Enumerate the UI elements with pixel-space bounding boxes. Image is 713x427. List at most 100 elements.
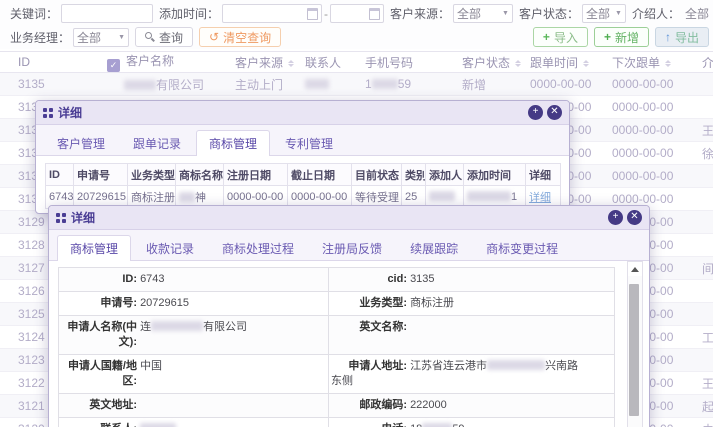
form-cell: cid: 3135 — [329, 268, 615, 292]
import-button-label: 导入 — [554, 29, 578, 46]
cell-next: 0000-00-00 — [605, 73, 695, 96]
modal1-close-button[interactable]: ✕ — [547, 105, 562, 120]
export-button[interactable]: ↑ 导出 — [655, 27, 709, 47]
modal2-tab-4[interactable]: 续展跟踪 — [397, 235, 471, 261]
cell-id: 3135 — [0, 73, 100, 96]
trademark-detail-form: ID: 6743cid: 3135申请号: 20729615业务类型: 商标注册… — [58, 267, 615, 427]
header-source[interactable]: 客户来源 — [228, 52, 298, 73]
tm-header-6: 目前状态 — [352, 164, 402, 186]
date-separator: - — [324, 7, 328, 21]
import-button[interactable]: +导入 — [533, 27, 588, 47]
cell-intro — [695, 211, 713, 234]
header-follow-label: 跟单时间 — [530, 56, 578, 70]
customer-status-value: 全部 — [586, 5, 612, 22]
sort-icon[interactable] — [288, 58, 296, 68]
modal2-tab-3[interactable]: 注册局反馈 — [309, 235, 395, 261]
form-cell: 申请号: 20729615 — [59, 292, 329, 316]
export-button-label: 导出 — [675, 29, 699, 46]
cell-name: 有限公司 — [100, 73, 228, 96]
customer-source-label: 客户来源： — [390, 5, 450, 22]
scrollbar-thumb[interactable] — [629, 284, 639, 416]
tm-header-3: 商标名称 — [176, 164, 224, 186]
table-header-row: ID ✓客户名称 客户来源 联系人 手机号码 客户状态 跟单时间 下次跟单 介绍… — [0, 52, 713, 73]
grid-icon — [43, 108, 53, 118]
form-cell: 英文名称: — [329, 316, 615, 355]
sort-icon[interactable] — [665, 58, 673, 68]
field-value: 3135 — [410, 273, 434, 285]
filter-row-2: 业务经理： 全部▼ 查询 ↺清空查询 +导入 +新增 ↑导出 — [4, 25, 709, 49]
field-value: 中国 — [140, 360, 162, 372]
scrollbar[interactable] — [627, 261, 643, 427]
arrow-up-icon: ↑ — [665, 30, 671, 44]
modal2-maximize-button[interactable]: + — [608, 210, 623, 225]
customer-status-select[interactable]: 全部▼ — [582, 4, 626, 23]
tm-header-10: 详细 — [526, 164, 561, 186]
header-status[interactable]: 客户状态 — [455, 52, 523, 73]
header-next[interactable]: 下次跟单 — [605, 52, 695, 73]
crm-screen: 关键词： 添加时间： - 客户来源： 全部▼ 客户状态： 全部▼ 介绍人： 全部… — [0, 0, 713, 427]
scroll-up-button[interactable] — [628, 262, 642, 276]
select-all-checkbox[interactable]: ✓ — [107, 59, 120, 72]
redacted-text — [140, 423, 176, 427]
modal1-tab-0[interactable]: 客户管理 — [44, 130, 118, 156]
introducer-value[interactable]: 全部 — [685, 5, 709, 22]
cell-intro: 徐 — [695, 142, 713, 165]
form-cell: 联系人: — [59, 418, 329, 427]
chevron-up-icon — [631, 267, 639, 272]
detail-link[interactable]: 详细 — [529, 192, 551, 204]
form-row: 申请号: 20729615业务类型: 商标注册 — [59, 292, 615, 316]
header-source-label: 客户来源 — [235, 56, 283, 70]
modal1-maximize-button[interactable]: + — [528, 105, 543, 120]
field-label: 申请人名称(中文): — [61, 320, 137, 350]
modal2-tabs: 商标管理收款记录商标处理过程注册局反馈续展跟踪商标变更过程 — [49, 230, 649, 261]
date-from-input[interactable] — [222, 4, 322, 23]
tm-header-8: 添加人 — [426, 164, 464, 186]
tm-header-9: 添加时间 — [464, 164, 526, 186]
cell-next: 0000-00-00 — [605, 142, 695, 165]
date-to-input[interactable] — [330, 4, 384, 23]
field-value: 1859 — [410, 423, 465, 427]
header-next-label: 下次跟单 — [612, 56, 660, 70]
search-button[interactable]: 查询 — [135, 27, 193, 47]
cell-next: 0000-00-00 — [605, 96, 695, 119]
add-button-label: 新增 — [615, 29, 639, 46]
redacted-text — [429, 191, 455, 201]
trademark-table: ID申请号业务类型商标名称注册日期截止日期目前状态类别添加人添加时间详细 674… — [45, 163, 561, 209]
field-value: 连有限公司 — [140, 321, 247, 333]
field-label: 英文名称: — [331, 320, 407, 335]
add-new-button[interactable]: +新增 — [594, 27, 649, 47]
header-follow[interactable]: 跟单时间 — [523, 52, 605, 73]
customer-source-select[interactable]: 全部▼ — [453, 4, 513, 23]
business-manager-select[interactable]: 全部▼ — [73, 28, 129, 47]
cell-intro — [695, 349, 713, 372]
modal1-tab-2[interactable]: 商标管理 — [196, 130, 270, 156]
keyword-input[interactable] — [61, 4, 153, 23]
calendar-icon — [369, 8, 380, 20]
cell-intro — [695, 303, 713, 326]
modal2-tab-5[interactable]: 商标变更过程 — [473, 235, 571, 261]
field-label: 邮政编码: — [331, 398, 407, 413]
clear-query-button[interactable]: ↺清空查询 — [199, 27, 281, 47]
field-label: 申请人地址: — [331, 359, 407, 374]
business-manager-value: 全部 — [77, 29, 115, 46]
cell-next: 0000-00-00 — [605, 165, 695, 188]
sort-icon[interactable] — [583, 58, 591, 68]
header-name: ✓客户名称 — [100, 52, 228, 73]
modal1-tab-1[interactable]: 跟单记录 — [120, 130, 194, 156]
modal2-tab-0[interactable]: 商标管理 — [57, 235, 131, 261]
header-status-label: 客户状态 — [462, 56, 510, 70]
form-row: 联系人: 电话: 1859 — [59, 418, 615, 427]
table-row[interactable]: 3135有限公司主动上门159新增0000-00-000000-00-00 — [0, 73, 713, 96]
modal2-close-button[interactable]: ✕ — [627, 210, 642, 225]
modal1-tab-3[interactable]: 专利管理 — [272, 130, 346, 156]
field-label: 申请人国籍/地区: — [61, 359, 137, 389]
customer-source-value: 全部 — [457, 5, 499, 22]
search-button-label: 查询 — [159, 29, 183, 46]
redacted-text — [422, 423, 452, 427]
modal2-tab-1[interactable]: 收款记录 — [133, 235, 207, 261]
cell-source: 主动上门 — [228, 73, 298, 96]
cell-intro: 工 — [695, 326, 713, 349]
modal2-tab-2[interactable]: 商标处理过程 — [209, 235, 307, 261]
clear-button-label: 清空查询 — [223, 29, 271, 46]
sort-icon[interactable] — [515, 58, 523, 68]
